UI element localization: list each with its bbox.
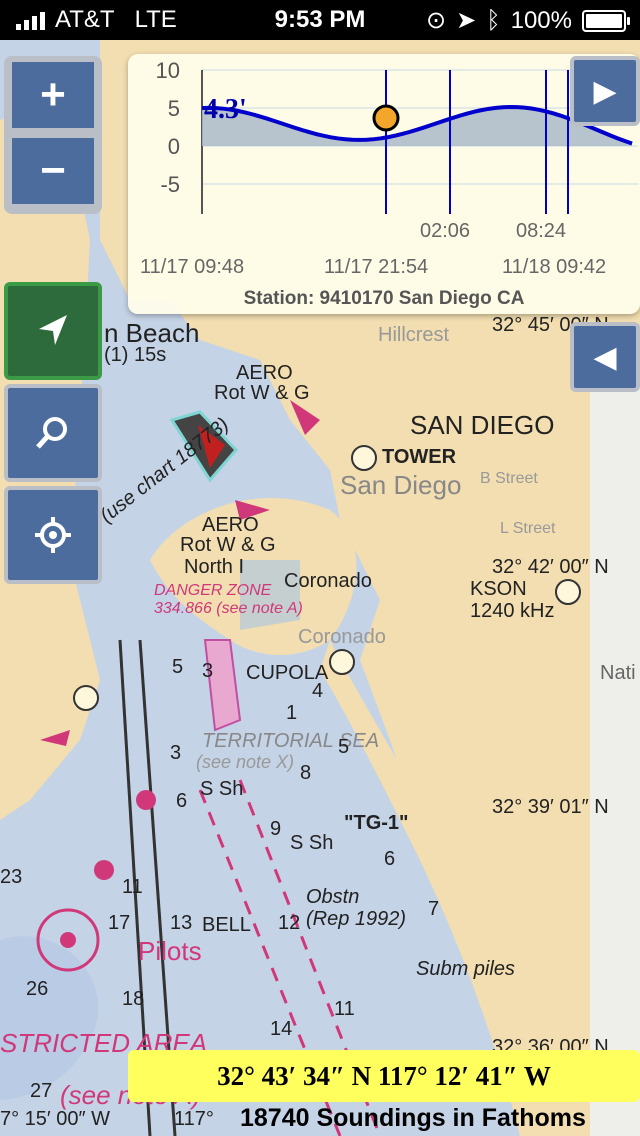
sounding-value: 17 (108, 912, 131, 934)
position-coordinates[interactable]: 32° 43′ 34″ N 117° 12′ 41″ W (128, 1050, 640, 1102)
crosshair-icon (35, 517, 71, 553)
sounding-value: 12 (278, 912, 301, 934)
map-label-subm-piles: Subm piles (416, 958, 515, 980)
map-label-see-note-x: (see note X) (196, 752, 295, 772)
tide-date-3: 11/18 09:42 (502, 256, 607, 278)
status-bar: AT&T LTE 9:53 PM ⊙ ➤ ᛒ 100% (0, 0, 640, 40)
map-label-rep: (Rep 1992) (306, 908, 407, 930)
sounding-value: 5 (172, 656, 184, 678)
sounding-value: 14 (270, 1018, 293, 1040)
map-label-rot-1: Rot W & G (214, 382, 310, 404)
sounding-value: 8 (300, 762, 312, 784)
map-label-s-sh-1: S Sh (200, 778, 244, 800)
lon-label-117: 117° (174, 1108, 214, 1130)
sounding-value: 26 (26, 978, 49, 1000)
map-label-b-street: B Street (480, 470, 538, 487)
map-label-rot-2: Rot W & G (180, 534, 276, 556)
battery-icon (582, 9, 630, 32)
next-panel-button[interactable]: ▶ (570, 56, 640, 126)
tide-panel[interactable]: 10 5 0 -5 4.3' 02:06 08:24 11/17 09:48 11/17… (128, 54, 640, 314)
tide-station-name: Station: 9410170 San Diego CA (243, 288, 525, 309)
map-label-l-street: L Street (500, 520, 556, 537)
map-label-san-diego: SAN DIEGO (410, 410, 555, 440)
tide-date-2: 11/17 21:54 (324, 256, 429, 278)
lat-label-42: 32° 42′ 00″ N (492, 556, 609, 578)
battery-percent: 100% (510, 6, 572, 34)
previous-panel-button[interactable]: ◀ (570, 322, 640, 392)
sounding-value: 1 (286, 702, 298, 724)
map-label-kson: KSON (470, 578, 527, 600)
sounding-value: 4 (312, 680, 324, 702)
map-label-north-i: North I (184, 556, 245, 578)
map-label-hillcrest: Hillcrest (378, 324, 450, 346)
lat-label-39: 32° 39′ 01″ N (492, 796, 609, 818)
map-label-coronado-2: Coronado (298, 626, 386, 648)
sounding-value: 23 (0, 866, 23, 888)
map-label-tower: TOWER (382, 446, 457, 468)
sounding-value: 27 (30, 1080, 53, 1102)
map-label-coronado: Coronado (284, 570, 372, 592)
tide-y-tick: 10 (156, 58, 180, 83)
chart-title: 18740 Soundings in Fathoms (240, 1104, 586, 1132)
map-label-pilots: Pilots (138, 936, 202, 966)
zoom-control: + − (4, 56, 102, 214)
tide-current-value: 4.3' (204, 94, 247, 125)
map-label-san-diego-city: San Diego (340, 470, 462, 500)
tide-date-1: 11/17 09:48 (140, 256, 245, 278)
map-label-beach-light: (1) 15s (104, 344, 167, 366)
bluetooth-icon: ᛒ (486, 6, 501, 34)
sounding-value: 3 (170, 742, 182, 764)
map-label-kson-freq: 1240 kHz (470, 600, 555, 622)
sounding-value: 18 (122, 988, 145, 1010)
map-label-nati: Nati (600, 662, 636, 684)
search-icon (36, 417, 67, 449)
tide-time-mark-2: 08:24 (516, 220, 567, 242)
battery-fill (586, 13, 622, 28)
zoom-out-button[interactable]: − (12, 138, 94, 204)
track-up-button[interactable] (4, 282, 102, 380)
tide-current-marker (372, 104, 400, 132)
sounding-value: 11 (334, 998, 355, 1020)
sounding-value: 9 (270, 818, 282, 840)
navigation-arrow-icon (39, 315, 67, 345)
tide-y-tick: 0 (168, 134, 180, 159)
sounding-value: 3 (202, 660, 214, 682)
sounding-value: 5 (338, 736, 350, 758)
lon-label-15: 7° 15′ 00″ W (0, 1108, 110, 1130)
location-arrow-icon: ➤ (456, 7, 477, 34)
map-label-territorial: TERRITORIAL SEA (202, 730, 380, 752)
map-label-tg1: "TG-1" (344, 812, 409, 834)
sounding-value: 7 (428, 898, 440, 920)
sounding-value: 6 (176, 790, 188, 812)
rotation-lock-icon: ⊙ (425, 7, 447, 34)
sounding-value: 6 (384, 848, 396, 870)
map-label-danger-freq: 334.866 (see note A) (154, 600, 303, 617)
sounding-value: 13 (170, 912, 193, 934)
tide-y-tick: 5 (168, 96, 180, 121)
tide-y-tick: -5 (160, 172, 180, 197)
center-on-position-button[interactable] (4, 486, 102, 584)
map-label-danger-zone: DANGER ZONE (154, 582, 272, 599)
tide-time-mark-1: 02:06 (420, 220, 471, 242)
search-button[interactable] (4, 384, 102, 482)
map-label-s-sh-2: S Sh (290, 832, 334, 854)
tide-chart: 10 5 0 -5 4.3' (156, 58, 638, 214)
zoom-in-button[interactable]: + (12, 62, 94, 128)
map-label-obstn: Obstn (306, 886, 360, 908)
sounding-value: 11 (122, 876, 143, 898)
map-label-bell: BELL (202, 914, 251, 936)
